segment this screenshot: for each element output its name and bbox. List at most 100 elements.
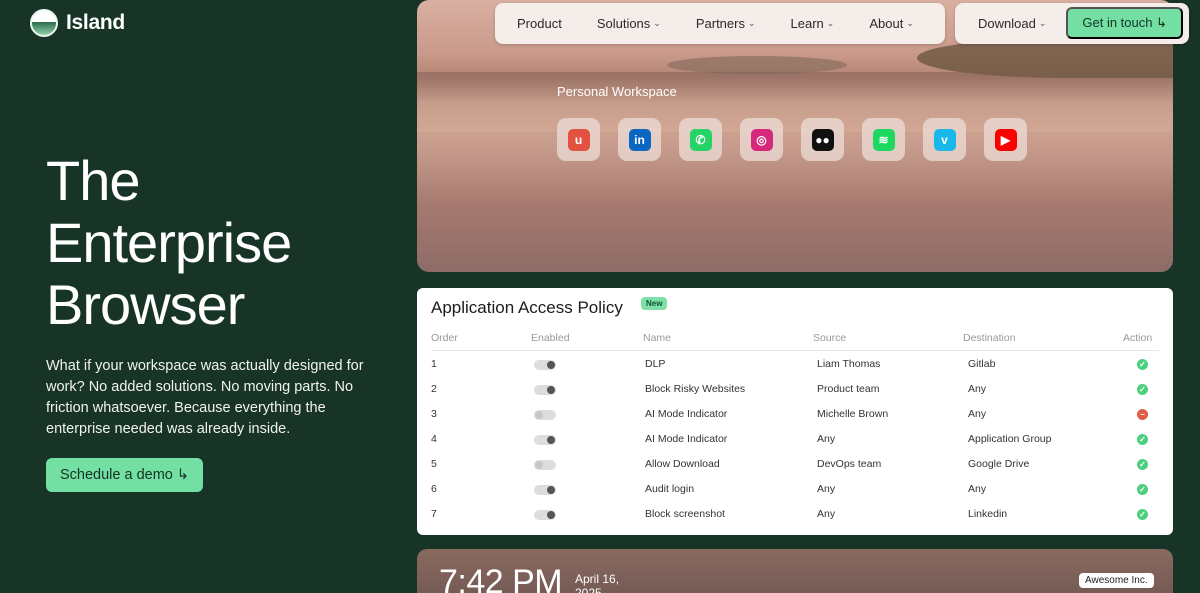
spotify-icon: ≋ <box>872 128 895 151</box>
cell-destination: Any <box>968 383 987 395</box>
allow-check-icon: ✓ <box>1137 509 1148 520</box>
instagram-icon: ◎ <box>750 128 773 151</box>
organization-badge: Awesome Inc. <box>1079 573 1154 588</box>
enabled-toggle[interactable] <box>534 460 556 470</box>
app-tile[interactable]: in <box>618 118 661 161</box>
enabled-toggle[interactable] <box>534 510 556 520</box>
nav-item-download[interactable]: Download ⌄ <box>978 16 1046 31</box>
cell-destination: Any <box>968 408 987 420</box>
policy-title: Application Access Policy <box>431 298 623 317</box>
cell-destination: Google Drive <box>968 458 1030 470</box>
nav-item-label: Solutions <box>596 16 651 31</box>
new-badge: New <box>641 297 668 310</box>
nav-item-partners[interactable]: Partners ⌄ <box>696 16 756 31</box>
table-row[interactable]: 2 Block Risky Websites Product team Any ✓ <box>431 378 1159 403</box>
nav-actions: Download ⌄ Get in touch ↳ <box>955 3 1189 44</box>
allow-check-icon: ✓ <box>1137 434 1148 445</box>
enabled-toggle[interactable] <box>534 485 556 495</box>
schedule-demo-button[interactable]: Schedule a demo ↳ <box>46 458 204 492</box>
cell-destination: Application Group <box>968 433 1052 445</box>
table-row[interactable]: 4 AI Mode Indicator Any Application Group ✓ <box>431 428 1159 453</box>
cell-source: DevOps team <box>817 458 882 470</box>
nav-item-label: Learn <box>790 16 824 31</box>
cell-order: 5 <box>431 458 437 470</box>
table-row[interactable]: 3 AI Mode Indicator Michelle Brown Any − <box>431 403 1159 428</box>
cell-source: Product team <box>817 383 880 395</box>
hero-title-line: Enterprise <box>46 211 292 274</box>
medium-icon: ●● <box>811 128 834 151</box>
app-launcher: u in ✆ ◎ ●● ≋ v ▶ <box>557 118 1027 161</box>
clock-date: April 16, 2025 <box>575 572 620 593</box>
cell-destination: Linkedin <box>968 508 1008 520</box>
table-header: Order Enabled Name Source Destination Ac… <box>431 331 1159 351</box>
cell-order: 6 <box>431 483 437 495</box>
youtube-icon: ▶ <box>994 128 1017 151</box>
application-access-policy-card: Application Access Policy New Order Enab… <box>417 288 1173 535</box>
cell-name: Allow Download <box>645 458 720 470</box>
app-tile[interactable]: v <box>923 118 966 161</box>
cell-name: AI Mode Indicator <box>645 408 728 420</box>
chevron-down-icon: ⌄ <box>653 18 661 28</box>
island-logo-icon <box>30 9 58 37</box>
hero-title-line: Browser <box>46 273 245 336</box>
nav-item-label: Partners <box>695 16 745 31</box>
column-header-action: Action <box>1123 332 1153 344</box>
column-header-destination: Destination <box>963 332 1016 344</box>
enabled-toggle[interactable] <box>534 360 556 370</box>
udemy-icon: u <box>567 128 590 151</box>
vimeo-icon: v <box>933 128 956 151</box>
column-header-name: Name <box>643 332 672 344</box>
allow-check-icon: ✓ <box>1137 484 1148 495</box>
column-header-source: Source <box>813 332 847 344</box>
column-header-enabled: Enabled <box>531 332 570 344</box>
table-row[interactable]: 1 DLP Liam Thomas Gitlab ✓ <box>431 353 1159 378</box>
enabled-toggle[interactable] <box>534 385 556 395</box>
chevron-down-icon: ⌄ <box>1038 18 1047 28</box>
nav-item-learn[interactable]: Learn ⌄ <box>791 16 835 31</box>
deny-icon: − <box>1137 409 1148 420</box>
cell-destination: Any <box>968 483 987 495</box>
linkedin-icon: in <box>628 128 651 151</box>
nav-item-label: Download <box>978 16 1036 31</box>
cell-name: DLP <box>645 358 666 370</box>
cell-name: Block Risky Websites <box>645 383 746 395</box>
cell-source: Any <box>817 433 836 445</box>
app-tile[interactable]: u <box>557 118 600 161</box>
app-tile[interactable]: ✆ <box>679 118 722 161</box>
cell-order: 3 <box>431 408 437 420</box>
whatsapp-icon: ✆ <box>689 128 712 151</box>
enabled-toggle[interactable] <box>534 435 556 445</box>
cell-order: 4 <box>431 433 437 445</box>
nav-item-about[interactable]: About ⌄ <box>869 16 914 31</box>
table-row[interactable]: 6 Audit login Any Any ✓ <box>431 478 1159 503</box>
chevron-down-icon: ⌄ <box>906 18 914 28</box>
app-tile[interactable]: ▶ <box>984 118 1027 161</box>
table-row[interactable]: 7 Block screenshot Any Linkedin ✓ <box>431 503 1159 528</box>
hero-title: The Enterprise Browser <box>46 150 386 336</box>
allow-check-icon: ✓ <box>1137 359 1148 370</box>
cell-name: Audit login <box>645 483 695 495</box>
app-tile[interactable]: ≋ <box>862 118 905 161</box>
column-header-order: Order <box>431 332 458 344</box>
nav-item-solutions[interactable]: Solutions ⌄ <box>597 16 661 31</box>
workspace-title: Personal Workspace <box>557 84 677 99</box>
app-tile[interactable]: ◎ <box>740 118 783 161</box>
cell-source: Any <box>817 483 836 495</box>
cell-source: Any <box>817 508 836 520</box>
cell-order: 2 <box>431 383 437 395</box>
cell-destination: Gitlab <box>968 358 996 370</box>
table-row[interactable]: 5 Allow Download DevOps team Google Drive ✓ <box>431 453 1159 478</box>
allow-check-icon: ✓ <box>1137 384 1148 395</box>
brand-name: Island <box>66 11 125 34</box>
brand-logo[interactable]: Island <box>30 9 125 37</box>
nav-item-product[interactable]: Product <box>517 16 562 31</box>
cell-name: Block screenshot <box>645 508 725 520</box>
cell-order: 1 <box>431 358 437 370</box>
main-nav: Product Solutions ⌄ Partners ⌄ Learn ⌄ A… <box>495 3 945 44</box>
get-in-touch-button[interactable]: Get in touch ↳ <box>1066 7 1183 39</box>
enabled-toggle[interactable] <box>534 410 556 420</box>
chevron-down-icon: ⌄ <box>747 18 756 28</box>
app-tile[interactable]: ●● <box>801 118 844 161</box>
clock-card: 7:42 PM April 16, 2025 Awesome Inc. <box>417 549 1173 593</box>
cell-source: Michelle Brown <box>817 408 889 420</box>
